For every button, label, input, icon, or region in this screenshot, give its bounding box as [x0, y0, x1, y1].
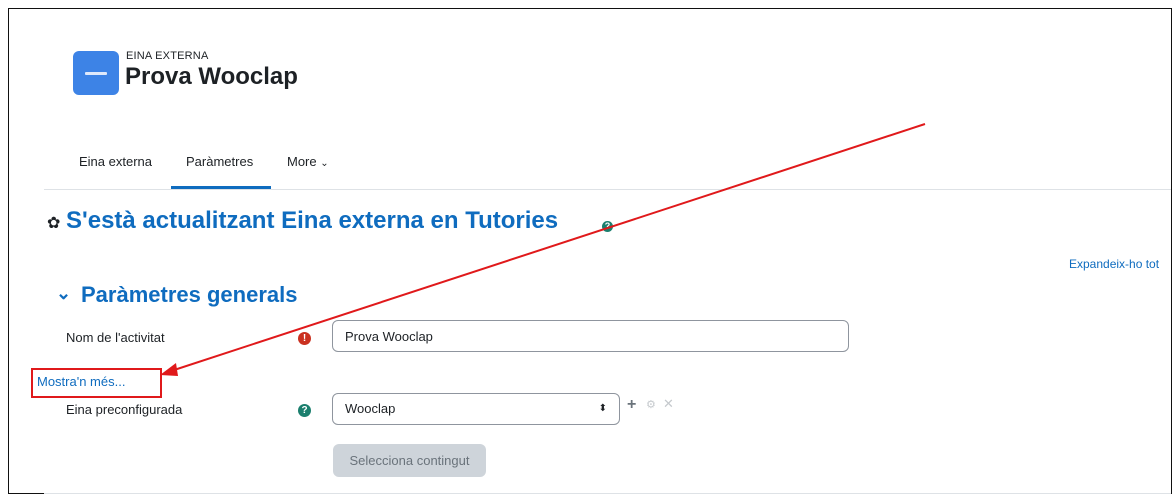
select-value: Wooclap: [345, 401, 396, 416]
help-icon[interactable]: ?: [602, 221, 613, 232]
divider: [44, 493, 1171, 494]
gear-icon: ✿: [47, 215, 61, 232]
section-title-general[interactable]: Paràmetres generals: [81, 282, 297, 308]
help-icon[interactable]: ?: [298, 404, 311, 417]
tab-eina-externa[interactable]: Eina externa: [79, 154, 152, 169]
chevron-down-icon: ⌄: [320, 158, 329, 169]
activity-name-label: Nom de l'activitat: [66, 330, 165, 345]
tab-more[interactable]: More ⌄: [287, 154, 329, 169]
preconfigured-tool-select[interactable]: Wooclap ⬍: [332, 393, 620, 425]
tab-more-label: More: [287, 154, 317, 169]
chevron-updown-icon: ⬍: [598, 403, 607, 414]
close-icon: ✕: [663, 396, 674, 411]
plus-icon[interactable]: +: [627, 396, 636, 414]
divider: [44, 189, 1171, 190]
activity-title: Prova Wooclap: [125, 63, 298, 90]
tab-parametres[interactable]: Paràmetres: [186, 154, 253, 169]
gear-icon: ⚙: [646, 399, 656, 411]
required-icon[interactable]: !: [298, 332, 311, 345]
activity-name-input[interactable]: [332, 320, 849, 352]
expand-all-link[interactable]: Expandeix-ho tot: [1069, 257, 1159, 271]
preconfigured-tool-label: Eina preconfigurada: [66, 402, 183, 417]
select-content-button: Selecciona contingut: [333, 444, 486, 477]
activity-type-label: EINA EXTERNA: [126, 50, 209, 62]
activity-icon: [73, 51, 119, 95]
annotation-highlight-box: [31, 368, 162, 398]
chevron-down-icon[interactable]: ⌄: [56, 283, 71, 304]
page-title: S'està actualitzant Eina externa en Tuto…: [66, 207, 559, 234]
